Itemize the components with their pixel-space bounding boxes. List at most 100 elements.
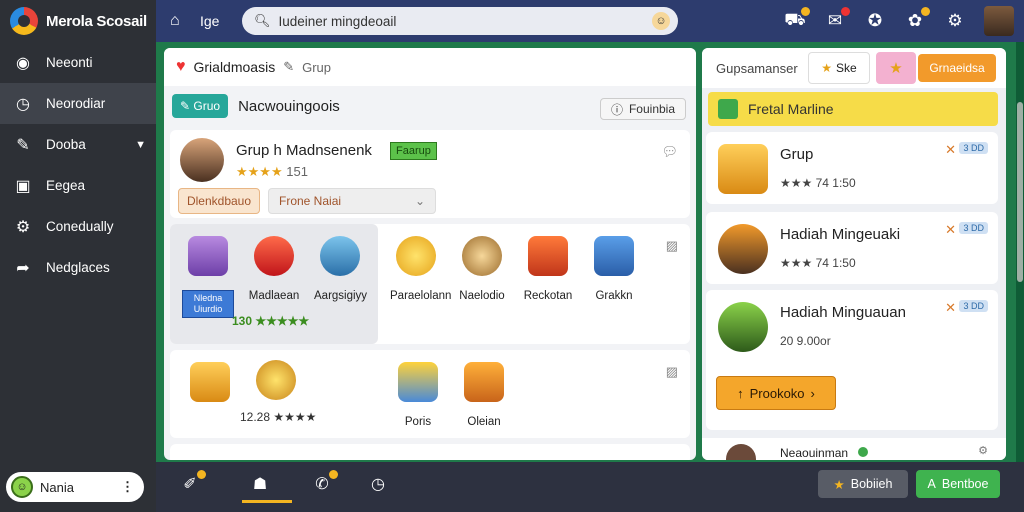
- sidebar-item-neeonti[interactable]: ◉ Neeonti: [0, 42, 156, 83]
- sidebar-item-dooba[interactable]: ✎ Dooba ▼: [0, 124, 156, 165]
- group-title[interactable]: Grup h Madnsenenk: [236, 142, 372, 159]
- chrome-icon: ◉: [16, 54, 30, 72]
- top-icons: ⛟ ✉ ✪ ✿ ⚙: [784, 6, 1014, 36]
- person-icon[interactable]: ☗: [248, 472, 272, 496]
- group-pill[interactable]: ✎ Gruo: [172, 94, 229, 118]
- rewards-card: Nledna Uiurdio Madlaean Aargsigiyy 130 ★…: [170, 224, 690, 344]
- list-item[interactable]: Poris: [392, 362, 444, 428]
- gift-icon[interactable]: ✉: [824, 7, 850, 32]
- comment-icon[interactable]: 💬︎: [661, 144, 678, 160]
- list-item[interactable]: Madlaean: [248, 236, 300, 302]
- item-label: Paraelolann: [390, 290, 452, 302]
- scrollbar[interactable]: [1016, 42, 1024, 462]
- sidebar-item-nedglaces[interactable]: ➦ Nedglaces: [0, 247, 156, 288]
- app-name: Merola Scosail: [46, 12, 147, 30]
- select-dropdown[interactable]: Frone Naiai ⌄: [268, 188, 436, 214]
- app-logo-icon: [10, 7, 38, 35]
- gift-box-icon: [188, 236, 228, 276]
- list-item[interactable]: [184, 362, 236, 416]
- list-item[interactable]: [250, 360, 302, 414]
- list-item[interactable]: Hadiah Mingeuaki ★★★ 74 1:50 ✕ 3 DD: [706, 212, 998, 284]
- list-item[interactable]: [182, 236, 234, 290]
- item-label: Grakkn: [595, 290, 633, 302]
- compass-icon[interactable]: ✪: [864, 10, 886, 32]
- footer-row[interactable]: Neaouinman ⚙: [702, 438, 1006, 460]
- proceed-button[interactable]: ↑ Prookoko ›: [716, 376, 836, 410]
- online-dot: [858, 447, 868, 457]
- search-bar[interactable]: 🔍︎ ☺: [242, 7, 678, 35]
- notification-dot: [801, 7, 810, 16]
- item-title: Hadiah Minguauan: [780, 304, 906, 321]
- status-badge: Faarup: [390, 142, 437, 160]
- group-pill-label: Gruo: [193, 99, 221, 113]
- image-icon[interactable]: ▨: [666, 238, 678, 254]
- notification-dot: [921, 7, 930, 16]
- chat-icon[interactable]: ✆: [310, 470, 338, 496]
- home-label[interactable]: Ige: [200, 13, 219, 29]
- cart-icon[interactable]: ⛟: [784, 7, 810, 32]
- proceed-label: Prookoko: [749, 385, 805, 401]
- heart-icon: ♥: [176, 58, 186, 75]
- chevron-down-icon[interactable]: ▼: [135, 139, 146, 151]
- main-subtitle[interactable]: Grup: [302, 60, 331, 75]
- treasure-icon: [190, 362, 230, 402]
- gift-icon: [718, 144, 768, 194]
- list-item[interactable]: Reckotan: [522, 236, 574, 302]
- clock-icon: ◷: [16, 95, 30, 113]
- edit-icon[interactable]: ✎: [283, 59, 294, 75]
- home-icon[interactable]: ⌂: [170, 12, 190, 30]
- user-chip[interactable]: ☺ Nania ⋮: [6, 472, 144, 502]
- right-panel: Gupsamanser ★ Ske ★ Grnaeidsa Fretal Mar…: [702, 48, 1006, 460]
- settings-icon[interactable]: ⚙: [978, 444, 988, 457]
- forum-button[interactable]: ⓘ Fouinbia: [599, 98, 686, 120]
- sidebar-item-eegea[interactable]: ▣ Eegea: [0, 165, 156, 206]
- active-tab-indicator: [242, 500, 292, 503]
- main-panel: ♥ Grialdmoasis ✎ Grup ✎ Gruo Nacwouingoo…: [164, 48, 696, 460]
- list-item[interactable]: Naelodio: [456, 236, 508, 302]
- favorite-button[interactable]: ★: [876, 52, 916, 84]
- search-input[interactable]: [278, 13, 649, 29]
- list-item[interactable]: Aargsigiyy: [314, 236, 367, 302]
- image-icon[interactable]: ▨: [666, 364, 678, 380]
- tab-sale[interactable]: ★ Ske: [808, 52, 870, 84]
- present-icon: [528, 236, 568, 276]
- item-label: Madlaean: [248, 290, 300, 302]
- brand[interactable]: Merola Scosail: [0, 0, 156, 42]
- settings-gear-icon[interactable]: ⚙: [944, 10, 966, 32]
- list-item[interactable]: Grakkn: [588, 236, 640, 302]
- rewards-icon[interactable]: ✿: [904, 7, 930, 32]
- edit-square-icon: [718, 99, 738, 119]
- trophy-icon: [462, 236, 502, 276]
- secondary-button[interactable]: ★ Bobiieh: [818, 470, 908, 498]
- close-icon[interactable]: ✕: [945, 222, 956, 238]
- confirm-button[interactable]: A Bentboe: [916, 470, 1000, 498]
- avatar[interactable]: [984, 6, 1014, 36]
- list-item[interactable]: Grup ★★★ 74 1:50 ✕ 3 DD: [706, 132, 998, 204]
- list-item[interactable]: Oleian: [458, 362, 510, 428]
- sidebar-item-label: Neorodiar: [46, 96, 106, 111]
- sidebar-item-label: Dooba: [46, 137, 86, 152]
- item-meta: ★★★ 74 1:50: [780, 176, 856, 190]
- more-vert-icon[interactable]: ⋮: [121, 479, 134, 495]
- arrow-up-icon: ↑: [737, 385, 744, 401]
- scrollbar-thumb[interactable]: [1017, 102, 1023, 282]
- pencil-icon[interactable]: ✐: [178, 470, 206, 496]
- close-icon[interactable]: ✕: [945, 300, 956, 316]
- sidebar-item-neorodiar[interactable]: ◷ Neorodiar: [0, 83, 156, 124]
- avatar[interactable]: [180, 138, 224, 182]
- emoji-icon[interactable]: ☺: [652, 12, 670, 30]
- primary-button[interactable]: Grnaeidsa: [918, 54, 996, 82]
- section-header: Fretal Marline: [708, 92, 998, 126]
- share-icon: ➦: [16, 259, 30, 277]
- star-icon: ★: [889, 60, 903, 77]
- action-button[interactable]: Dlenkdbauo: [178, 188, 260, 214]
- clock-icon[interactable]: ◷: [366, 472, 390, 496]
- close-icon[interactable]: ✕: [945, 142, 956, 158]
- tab-group[interactable]: Gupsamanser: [716, 61, 798, 76]
- sidebar-item-conedually[interactable]: ⚙ Conedually: [0, 206, 156, 247]
- item-meta: 20 9.00or: [780, 334, 831, 348]
- list-item[interactable]: Paraelolann: [390, 236, 451, 302]
- sidebar-item-label: Conedually: [46, 219, 114, 234]
- window-icon: ▣: [15, 177, 31, 195]
- wrench-icon: ✎: [16, 136, 30, 154]
